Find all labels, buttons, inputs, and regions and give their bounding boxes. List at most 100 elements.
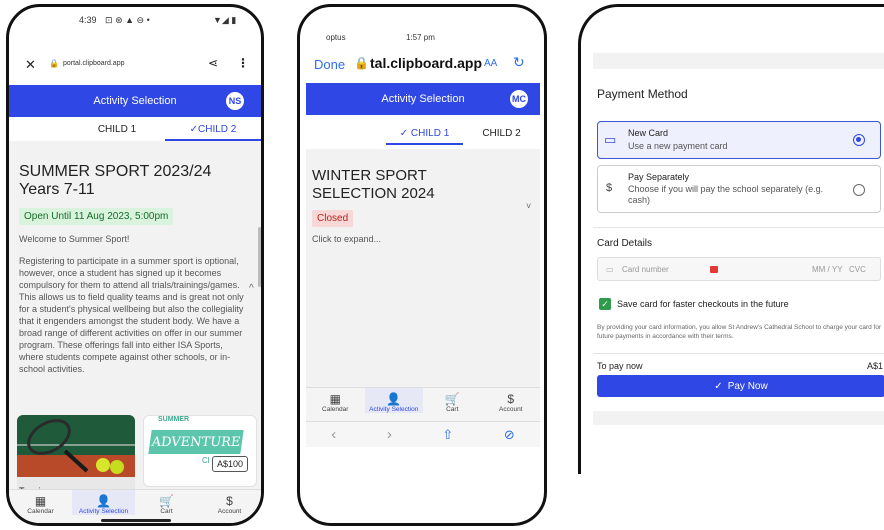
done-button[interactable]: Done: [314, 57, 345, 72]
separate-sub: Choose if you will pay the school separa…: [628, 184, 824, 205]
new-card-radio[interactable]: [853, 134, 865, 146]
adventure-cut-text: Cl: [202, 456, 210, 465]
disclaimer-text: By providing your card information, you …: [597, 324, 882, 340]
nav-calendar-label: Calendar: [322, 406, 349, 413]
back-icon[interactable]: ‹: [331, 426, 336, 443]
cart-icon: 🛒: [444, 392, 460, 406]
closed-badge: Closed: [312, 208, 354, 227]
tab-child-1-label: CHILD 1: [410, 128, 450, 139]
expand-text[interactable]: Click to expand...: [312, 233, 381, 245]
status-carrier: optus: [326, 33, 346, 42]
activity-card-adventure[interactable]: SUMMER ADVENTURE Cl A$100: [143, 415, 257, 487]
status-bar: 4:39 ⊡ ⊛ ▲ ⊖ •: [79, 15, 150, 26]
description-text: Registering to participate in a summer s…: [19, 256, 244, 374]
dollar-circle-icon: $: [226, 494, 233, 508]
card-number-placeholder: Card number: [622, 265, 669, 274]
signal-battery-icons: ▼◢ ▮: [213, 15, 237, 25]
adventure-banner: ADVENTURE: [148, 430, 244, 454]
child-tabs: ✓ CHILD 1 CHILD 2: [306, 123, 540, 145]
nav-account[interactable]: $ Account: [482, 388, 541, 413]
separate-title: Pay Separately: [628, 172, 690, 182]
text-size-button[interactable]: AA: [484, 58, 497, 69]
tennis-image: [17, 415, 135, 477]
dollar-circle-icon: $: [507, 392, 515, 406]
nav-calendar[interactable]: ▦ Calendar: [306, 388, 365, 413]
header-title: Activity Selection: [93, 95, 177, 107]
nav-activity-label: Activity Selection: [78, 508, 129, 515]
closed-text: Closed: [312, 210, 354, 227]
cvc-placeholder: CVC: [849, 265, 866, 274]
new-card-title: New Card: [628, 128, 669, 138]
forward-icon[interactable]: ›: [387, 426, 392, 443]
save-card-checkbox[interactable]: ✓: [599, 298, 611, 310]
bottom-nav: ▦ Calendar 👤 Activity Selection 🛒 Cart $ Acc…: [9, 489, 261, 523]
avatar[interactable]: NS: [224, 90, 246, 112]
more-icon[interactable]: ⋮: [237, 56, 249, 70]
tab-child-1[interactable]: CHILD 1: [9, 119, 165, 141]
open-until-text: Open Until 11 Aug 2023, 5:00pm: [19, 208, 174, 225]
tab-child-2[interactable]: ✓CHILD 2: [165, 119, 261, 141]
tab-child-2[interactable]: CHILD 2: [463, 123, 540, 145]
chevron-up-icon[interactable]: ^: [249, 283, 254, 294]
divider: [593, 353, 884, 354]
nav-cart[interactable]: 🛒 Cart: [135, 490, 198, 515]
activity-card-tennis[interactable]: Tennis: [17, 415, 135, 495]
save-card-label: Save card for faster checkouts in the fu…: [617, 299, 789, 309]
safari-toolbar: ‹ › ⇧ ⊘: [306, 421, 540, 447]
nav-account-label: Account: [217, 508, 242, 515]
avatar[interactable]: MC: [508, 88, 530, 110]
share-icon[interactable]: ⇧: [442, 427, 453, 443]
checkout-panel: Payment Method ▭ New Card Use a new paym…: [578, 4, 884, 474]
person-check-icon: 👤: [96, 494, 111, 508]
card-details-title: Card Details: [597, 238, 653, 249]
dollar-icon: $: [606, 182, 613, 194]
tab-child-1[interactable]: ✓ CHILD 1: [386, 123, 463, 145]
url-text[interactable]: tal.clipboard.app: [370, 55, 482, 71]
card-brand-icon: ▭: [606, 265, 614, 274]
nav-activity-label: Activity Selection: [369, 406, 419, 413]
url-text[interactable]: portal.clipboard.app: [63, 60, 125, 67]
pay-separately-radio[interactable]: [853, 184, 865, 196]
bottom-nav: ▦ Calendar 👤 Activity Selection 🛒 Cart $ Acc…: [306, 387, 540, 421]
activity-title: WINTER SPORT SELECTION 2024: [312, 167, 435, 202]
activity-title: SUMMER SPORT 2023/24 Years 7-11: [19, 163, 212, 198]
nav-cart[interactable]: 🛒 Cart: [423, 388, 482, 413]
new-card-sub: Use a new payment card: [628, 141, 728, 151]
header-title: Activity Selection: [381, 93, 465, 105]
check-icon: ✓: [714, 380, 723, 392]
nav-activity-selection[interactable]: 👤 Activity Selection: [72, 490, 135, 515]
card-error-icon: [710, 266, 718, 273]
expiry-placeholder: MM / YY: [812, 265, 843, 274]
new-card-option[interactable]: ▭ New Card Use a new payment card: [597, 121, 881, 159]
compass-icon[interactable]: ⊘: [504, 427, 515, 443]
to-pay-label: To pay now: [597, 361, 643, 371]
status-time: 4:39: [79, 15, 97, 25]
pay-separately-option[interactable]: $ Pay Separately Choose if you will pay …: [597, 165, 881, 213]
lock-icon: 🔒: [354, 56, 369, 70]
top-strip: [593, 53, 884, 69]
status-icons: ⊡ ⊛ ▲ ⊖ •: [105, 15, 150, 25]
nav-calendar-label: Calendar: [27, 508, 54, 515]
card-input[interactable]: ▭ Card number MM / YY CVC: [597, 257, 881, 281]
nav-cart-label: Cart: [160, 508, 173, 515]
pay-now-button[interactable]: ✓ Pay Now: [597, 375, 884, 397]
cart-icon: 🛒: [159, 494, 174, 508]
lock-icon: 🔒: [49, 59, 59, 68]
chevron-down-icon[interactable]: ˅: [526, 201, 531, 211]
phone-iphone: optus 1:57 pm Done 🔒 tal.clipboard.app A…: [297, 4, 547, 526]
price-tag: A$100: [212, 456, 249, 472]
person-check-icon: 👤: [386, 392, 402, 406]
child-tabs: CHILD 1 ✓CHILD 2: [9, 119, 261, 142]
scrollbar[interactable]: [258, 227, 261, 287]
divider: [593, 227, 884, 228]
close-icon[interactable]: ✕: [25, 57, 36, 73]
pay-now-label: Pay Now: [727, 380, 768, 392]
nav-activity-selection[interactable]: 👤 Activity Selection: [364, 388, 423, 413]
card-icon: ▭: [604, 132, 617, 147]
nav-account[interactable]: $ Account: [198, 490, 261, 515]
share-icon[interactable]: ⋖: [208, 56, 218, 70]
payment-method-title: Payment Method: [597, 87, 688, 101]
nav-calendar[interactable]: ▦ Calendar: [9, 490, 72, 515]
welcome-text: Welcome to Summer Sport!: [19, 234, 130, 244]
reload-icon[interactable]: ↻: [513, 54, 525, 71]
